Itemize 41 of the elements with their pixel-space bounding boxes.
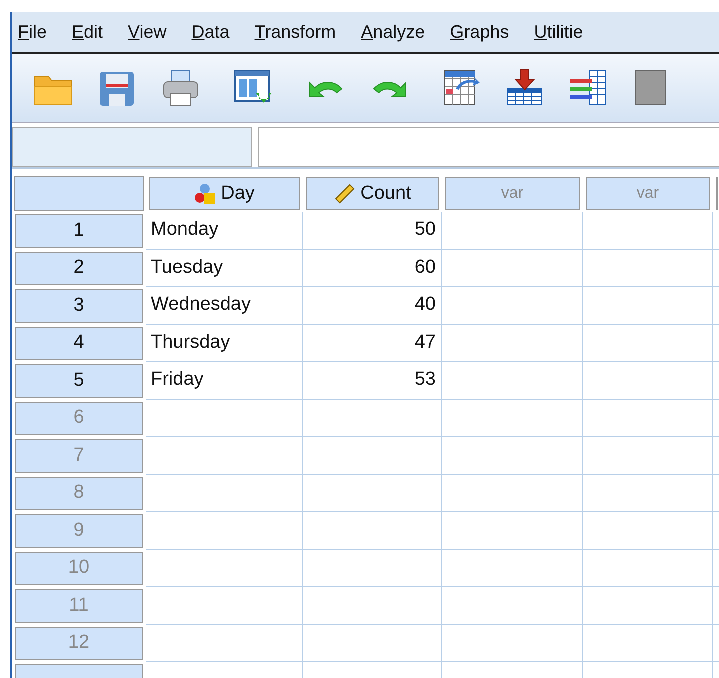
menu-item[interactable]: Analyze <box>361 22 440 42</box>
row-number: 5 <box>74 370 84 392</box>
table-cell[interactable]: Friday <box>146 362 303 400</box>
table-cell[interactable]: 53 <box>303 362 442 400</box>
menu-item[interactable]: File <box>18 22 62 42</box>
column-label: var <box>501 184 524 202</box>
row-number: 11 <box>69 594 89 617</box>
row-number: 8 <box>74 482 84 504</box>
table-cell[interactable]: 47 <box>303 324 442 362</box>
menu-item[interactable]: Data <box>192 22 244 42</box>
menu-item[interactable]: Edit <box>72 22 118 42</box>
column-label: var <box>636 184 660 202</box>
column-label: Day <box>221 182 255 204</box>
row-header[interactable]: 4 <box>14 326 144 361</box>
row-number: 7 <box>74 444 84 467</box>
menu-item[interactable]: View <box>128 22 181 42</box>
column-header[interactable]: Count <box>305 176 440 211</box>
row-number: 12 <box>68 632 90 654</box>
table-cell[interactable]: 60 <box>303 250 442 287</box>
row-header[interactable]: 3 <box>14 288 144 324</box>
table-cell[interactable]: Wednesday <box>146 287 303 324</box>
table-cell[interactable]: Tuesday <box>146 250 303 287</box>
row-number: 4 <box>74 332 84 354</box>
table-cell[interactable]: Monday <box>146 212 303 250</box>
table-cell[interactable]: Thursday <box>146 324 303 362</box>
menu-item[interactable]: Graphs <box>450 22 524 42</box>
menu-item[interactable]: Transform <box>254 22 350 42</box>
row-number: 2 <box>74 257 84 280</box>
row-header[interactable]: 1 <box>14 213 144 248</box>
row-header[interactable]: 5 <box>14 363 144 398</box>
menu-item[interactable]: Utilitie <box>534 22 598 42</box>
row-number: 1 <box>74 220 84 242</box>
table-cell[interactable]: 40 <box>303 287 442 324</box>
column-label: Count <box>360 182 412 204</box>
column-header[interactable]: Day <box>148 176 301 211</box>
row-number: 9 <box>74 520 84 542</box>
row-header[interactable]: 2 <box>14 250 144 286</box>
row-number: 3 <box>74 294 84 317</box>
row-number: 6 <box>74 407 84 430</box>
table-cell[interactable]: 50 <box>303 212 442 250</box>
row-number: 10 <box>68 557 90 580</box>
